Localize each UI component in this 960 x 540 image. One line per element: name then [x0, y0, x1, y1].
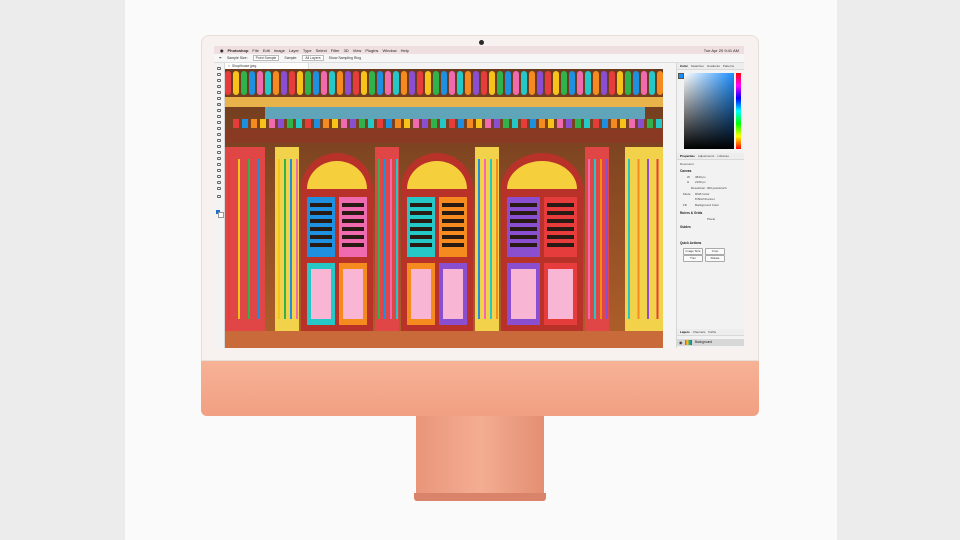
shape-tool-icon[interactable]: [217, 175, 221, 178]
gradient-tool-icon[interactable]: [217, 139, 221, 142]
layers-panel-tabs: Layers Channels Paths: [677, 329, 744, 336]
rulers-section-header[interactable]: Rulers & Grids: [680, 211, 702, 215]
right-panels: Color Swatches Gradients Patterns Proper…: [676, 63, 744, 348]
canvas-area[interactable]: [225, 69, 663, 348]
width-label: W: [687, 175, 690, 179]
mode-label: Mode: [683, 192, 691, 196]
layer-thumbnail: [685, 340, 692, 345]
eyedropper-icon[interactable]: ✒: [219, 56, 222, 60]
stand: [416, 416, 544, 494]
layer-row-background[interactable]: ◉ Background: [677, 339, 744, 346]
guides-section-header[interactable]: Guides: [680, 225, 691, 229]
tab-patterns[interactable]: Patterns: [723, 64, 734, 68]
dodge-tool-icon[interactable]: [217, 151, 221, 154]
ruler-units-select[interactable]: Pixels: [707, 217, 715, 221]
show-ring-checkbox[interactable]: Show Sampling Ring: [329, 56, 362, 60]
display-chin: [201, 361, 759, 416]
properties-panel-tabs: Properties Adjustments Libraries: [677, 153, 744, 160]
move-tool-icon[interactable]: [217, 67, 221, 70]
stand-foot: [414, 493, 546, 501]
menu-image[interactable]: Image: [274, 48, 285, 53]
hue-slider[interactable]: [736, 73, 741, 149]
resolution-text: Resolution: 300 pixels/inch: [691, 186, 727, 190]
canvas-section-header[interactable]: Canvas: [680, 169, 691, 173]
menubar: ◉ Photoshop File Edit Image Layer Type S…: [214, 46, 744, 54]
sample-label: Sample:: [284, 56, 298, 60]
properties-panel: Properties Adjustments Libraries Documen…: [677, 153, 744, 279]
healing-tool-icon[interactable]: [217, 109, 221, 112]
tab-libraries[interactable]: Libraries: [717, 154, 729, 158]
background-color-swatch[interactable]: [218, 212, 224, 218]
fill-label: Fill: [683, 203, 687, 207]
camera-icon: [479, 40, 484, 45]
tab-swatches[interactable]: Swatches: [691, 64, 704, 68]
history-brush-tool-icon[interactable]: [217, 127, 221, 130]
menu-edit[interactable]: Edit: [263, 48, 270, 53]
tab-adjustments[interactable]: Adjustments: [698, 154, 715, 158]
height-value[interactable]: 2160 px: [695, 180, 706, 184]
menu-3d[interactable]: 3D: [344, 48, 349, 53]
brush-tool-icon[interactable]: [217, 115, 221, 118]
tab-paths[interactable]: Paths: [708, 330, 716, 334]
layer-name: Background: [695, 340, 713, 344]
zoom-tool-icon[interactable]: [217, 187, 221, 190]
mode-select[interactable]: RGB Color: [695, 192, 710, 196]
layers-panel: Layers Channels Paths ◉ Background: [677, 329, 744, 348]
marquee-tool-icon[interactable]: [217, 79, 221, 82]
blur-tool-icon[interactable]: [217, 145, 221, 148]
quick-actions-header[interactable]: Quick Actions: [680, 241, 701, 245]
tab-properties[interactable]: Properties: [680, 154, 695, 158]
document-canvas[interactable]: [225, 69, 663, 348]
menu-photoshop[interactable]: Photoshop: [228, 48, 249, 53]
tab-layers[interactable]: Layers: [680, 330, 690, 334]
eyedropper-tool-icon[interactable]: [217, 103, 221, 106]
menu-view[interactable]: View: [353, 48, 362, 53]
menu-select[interactable]: Select: [316, 48, 327, 53]
color-panel-tabs: Color Swatches Gradients Patterns: [677, 63, 744, 70]
quick-select-tool-icon[interactable]: [217, 91, 221, 94]
visibility-eye-icon[interactable]: ◉: [679, 339, 683, 346]
height-label: H: [687, 180, 690, 184]
menu-window[interactable]: Window: [382, 48, 396, 53]
type-tool-icon[interactable]: [217, 163, 221, 166]
pen-tool-icon[interactable]: [217, 157, 221, 160]
tab-gradients[interactable]: Gradients: [707, 64, 720, 68]
apple-icon[interactable]: ◉: [220, 48, 224, 53]
tab-color[interactable]: Color: [680, 64, 688, 68]
more-tools-icon[interactable]: [217, 195, 221, 198]
screen: ◉ Photoshop File Edit Image Layer Type S…: [214, 46, 744, 348]
image-size-button[interactable]: Image Size: [683, 248, 703, 255]
rotate-button[interactable]: Rotate: [705, 255, 725, 262]
close-icon[interactable]: ×: [228, 64, 230, 68]
hand-tool-icon[interactable]: [217, 181, 221, 184]
tab-channels[interactable]: Channels: [693, 330, 706, 334]
width-value[interactable]: 3840 px: [695, 175, 706, 179]
artboard-tool-icon[interactable]: [217, 73, 221, 76]
menubar-clock: Tue Apr 20 9:41 AM: [703, 47, 739, 53]
document-title: ShopHouse.jpeg: [231, 64, 257, 68]
color-picker-field[interactable]: [684, 73, 734, 149]
menu-filter[interactable]: Filter: [331, 48, 340, 53]
menu-help[interactable]: Help: [401, 48, 409, 53]
tools-panel: [214, 63, 225, 348]
sample-size-select[interactable]: Point Sample: [252, 55, 280, 61]
menu-file[interactable]: File: [252, 48, 258, 53]
lasso-tool-icon[interactable]: [217, 85, 221, 88]
trim-button[interactable]: Trim: [683, 255, 703, 262]
menu-type[interactable]: Type: [303, 48, 312, 53]
sample-size-label: Sample Size:: [226, 56, 248, 60]
stamp-tool-icon[interactable]: [217, 121, 221, 124]
sample-select[interactable]: All Layers: [302, 55, 324, 61]
crop-tool-icon[interactable]: [217, 97, 221, 100]
document-label: Document: [680, 162, 694, 166]
crop-button[interactable]: Crop: [705, 248, 725, 255]
fill-select[interactable]: Background Color: [695, 203, 719, 207]
bit-depth-select[interactable]: 8 Bits/Channel: [695, 197, 715, 201]
eraser-tool-icon[interactable]: [217, 133, 221, 136]
menu-plugins[interactable]: Plugins: [365, 48, 378, 53]
options-bar: ✒ Sample Size: Point Sample Sample: All …: [214, 54, 744, 63]
path-select-tool-icon[interactable]: [217, 169, 221, 172]
menu-layer[interactable]: Layer: [289, 48, 299, 53]
